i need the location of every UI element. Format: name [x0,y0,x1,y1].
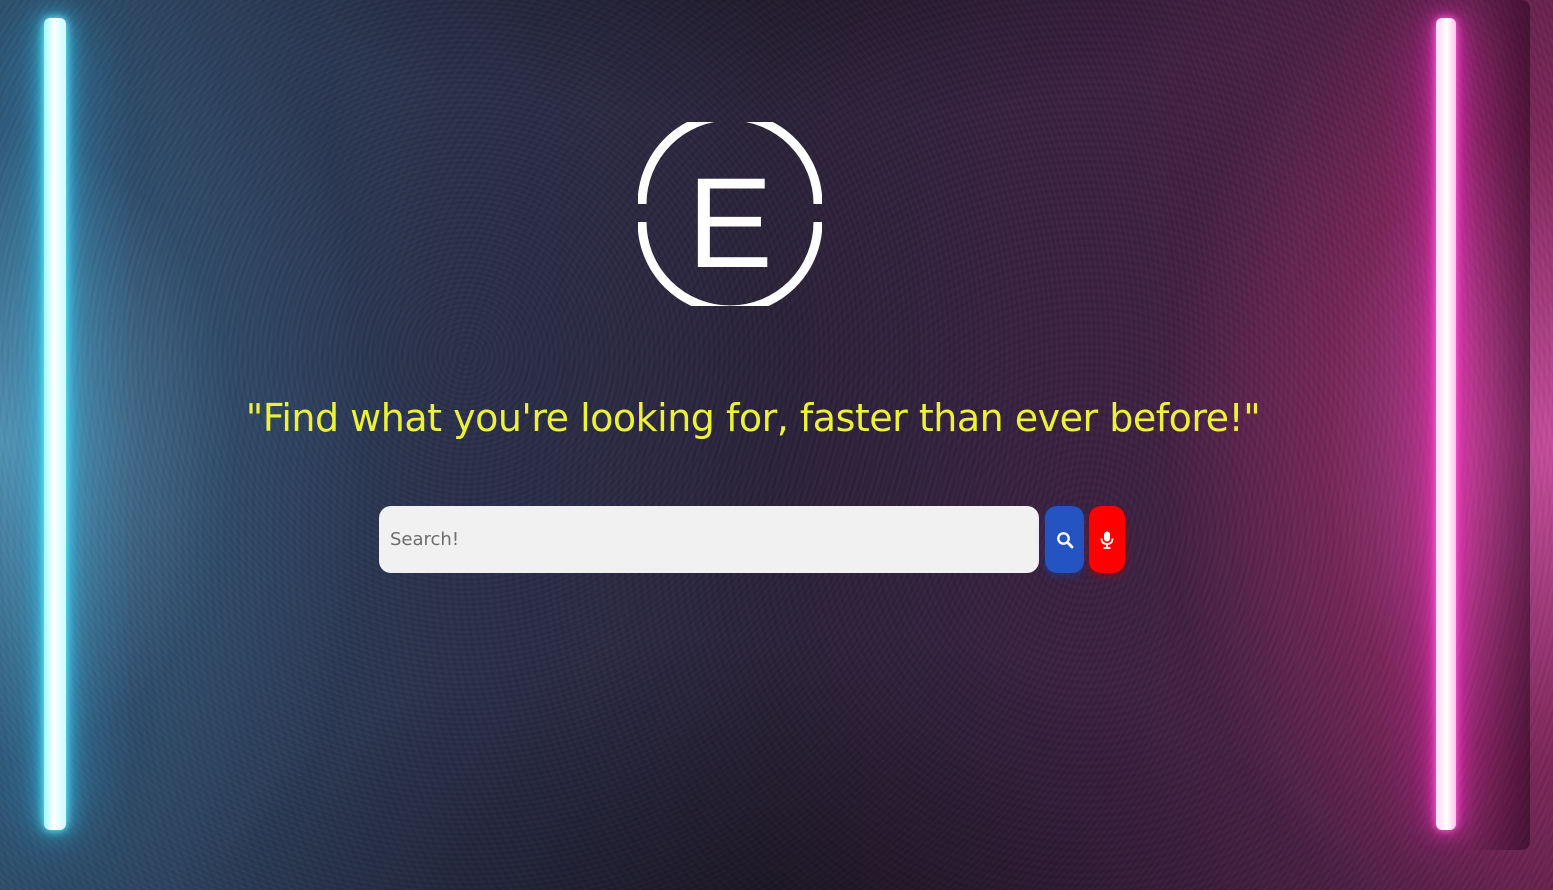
tagline: "Find what you're looking for, faster th… [245,396,1261,440]
search-button[interactable] [1045,506,1084,573]
logo-letter: E [687,152,772,295]
magnifier-icon [1056,531,1073,548]
search-input[interactable] [379,506,1039,573]
voice-search-button[interactable] [1089,506,1125,573]
logo: E [637,111,823,315]
microphone-icon [1100,531,1114,549]
circle-e-logo-icon: E [637,111,823,315]
